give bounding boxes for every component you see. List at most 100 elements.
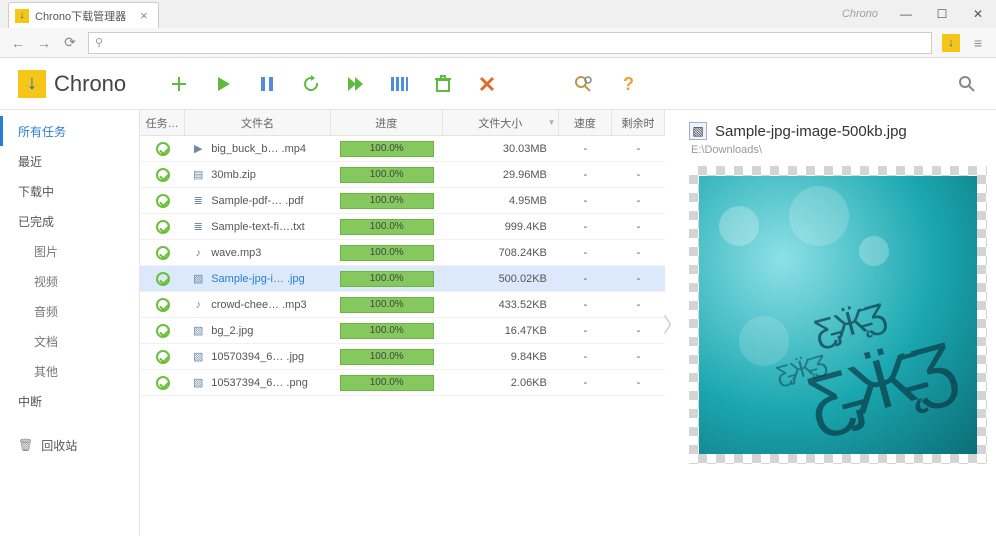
table-row[interactable]: ▶big_buck_b… .mp4100.0%30.03MB-- bbox=[140, 136, 665, 162]
window-close-button[interactable]: ✕ bbox=[960, 0, 996, 28]
speed-text: - bbox=[559, 351, 612, 363]
main-area: 所有任务最近下载中已完成图片视频音频文档其他中断 🗑回收站 任务… 文件名 进度 … bbox=[0, 110, 996, 536]
size-text: 9.84KB bbox=[443, 351, 559, 363]
remaining-text: - bbox=[612, 325, 665, 337]
table-row[interactable]: ♪wave.mp3100.0%708.24KB-- bbox=[140, 240, 665, 266]
filetype-image-icon: ▧ bbox=[191, 376, 205, 390]
grid-header: 任务… 文件名 进度 文件大小 速度 剩余时 bbox=[140, 110, 665, 136]
nav-back-icon[interactable]: ← bbox=[6, 31, 30, 55]
col-filename[interactable]: 文件名 bbox=[185, 110, 331, 135]
table-row[interactable]: ▤30mb.zip100.0%29.96MB-- bbox=[140, 162, 665, 188]
status-complete-icon bbox=[156, 194, 170, 208]
nav-reload-icon[interactable]: ⟳ bbox=[58, 31, 82, 55]
table-row[interactable]: ▧10570394_6… .jpg100.0%9.84KB-- bbox=[140, 344, 665, 370]
filename-text: Sample-jpg-i… .jpg bbox=[211, 273, 305, 285]
tab-title: Chrono下载管理器 bbox=[35, 8, 126, 24]
panel-divider-icon[interactable]: 〉 bbox=[665, 110, 681, 536]
table-row[interactable]: ▧Sample-jpg-i… .jpg100.0%500.02KB-- bbox=[140, 266, 665, 292]
col-speed[interactable]: 速度 bbox=[559, 110, 612, 135]
app-toolbar: ↓ Chrono ? bbox=[0, 58, 996, 110]
speed-text: - bbox=[559, 169, 612, 181]
col-task[interactable]: 任务… bbox=[140, 110, 185, 135]
sidebar-item-all-tasks[interactable]: 所有任务 bbox=[0, 116, 139, 146]
app-logo: ↓ Chrono bbox=[18, 70, 126, 98]
filetype-doc-icon: ≣ bbox=[191, 194, 205, 208]
sidebar-item-interrupted[interactable]: 中断 bbox=[0, 386, 139, 416]
remaining-text: - bbox=[612, 143, 665, 155]
window-minimize-button[interactable]: — bbox=[888, 0, 924, 28]
speed-text: - bbox=[559, 325, 612, 337]
preview-path: E:\Downloads\ bbox=[691, 144, 986, 156]
sidebar-item-recycle[interactable]: 🗑回收站 bbox=[0, 430, 139, 460]
size-text: 4.95MB bbox=[443, 195, 559, 207]
remove-button[interactable] bbox=[476, 73, 498, 95]
start-all-button[interactable] bbox=[344, 73, 366, 95]
start-button[interactable] bbox=[212, 73, 234, 95]
filename-text: 10570394_6… .jpg bbox=[211, 351, 304, 363]
table-row[interactable]: ≣Sample-text-fi….txt100.0%999.4KB-- bbox=[140, 214, 665, 240]
filename-text: 10537394_6… .png bbox=[211, 377, 308, 389]
speed-text: - bbox=[559, 247, 612, 259]
sidebar-item-completed[interactable]: 已完成 bbox=[0, 206, 139, 236]
col-size[interactable]: 文件大小 bbox=[443, 110, 559, 135]
pause-button[interactable] bbox=[256, 73, 278, 95]
status-complete-icon bbox=[156, 142, 170, 156]
progress-bar: 100.0% bbox=[340, 375, 434, 391]
col-progress[interactable]: 进度 bbox=[331, 110, 443, 135]
filename-text: bg_2.jpg bbox=[211, 325, 253, 337]
progress-bar: 100.0% bbox=[340, 323, 434, 339]
progress-bar: 100.0% bbox=[340, 193, 434, 209]
preview-file-icon: ▧ bbox=[689, 122, 707, 140]
refresh-button[interactable] bbox=[300, 73, 322, 95]
progress-bar: 100.0% bbox=[340, 141, 434, 157]
status-complete-icon bbox=[156, 272, 170, 286]
sidebar-item-others[interactable]: 其他 bbox=[0, 356, 139, 386]
pause-all-button[interactable] bbox=[388, 73, 410, 95]
add-button[interactable] bbox=[168, 73, 190, 95]
filetype-audio-icon: ♪ bbox=[191, 298, 205, 312]
table-row[interactable]: ▧bg_2.jpg100.0%16.47KB-- bbox=[140, 318, 665, 344]
status-complete-icon bbox=[156, 220, 170, 234]
downloads-grid: 任务… 文件名 进度 文件大小 速度 剩余时 ▶big_buck_b… .mp4… bbox=[140, 110, 665, 536]
delete-file-button[interactable] bbox=[432, 73, 454, 95]
filename-text: Sample-text-fi….txt bbox=[211, 221, 305, 233]
search-settings-button[interactable] bbox=[572, 73, 594, 95]
sidebar-item-videos[interactable]: 视频 bbox=[0, 266, 139, 296]
preview-thumbnail-frame: Ƹ̵̡Ӝ̵̨̄Ʒ Ƹ̵̡Ӝ̵̨̄Ʒ Ƹ̵̡Ӝ̵̨̄Ʒ bbox=[689, 166, 987, 464]
svg-text:?: ? bbox=[623, 74, 634, 94]
window-maximize-button[interactable]: ☐ bbox=[924, 0, 960, 28]
sidebar-item-downloading[interactable]: 下载中 bbox=[0, 176, 139, 206]
speed-text: - bbox=[559, 273, 612, 285]
size-text: 433.52KB bbox=[443, 299, 559, 311]
status-complete-icon bbox=[156, 324, 170, 338]
sidebar-item-audio[interactable]: 音频 bbox=[0, 296, 139, 326]
nav-forward-icon[interactable]: → bbox=[32, 31, 56, 55]
browser-tab[interactable]: ↓ Chrono下载管理器 × bbox=[8, 2, 159, 28]
col-remaining[interactable]: 剩余时 bbox=[612, 110, 665, 135]
remaining-text: - bbox=[612, 169, 665, 181]
speed-text: - bbox=[559, 143, 612, 155]
table-row[interactable]: ≣Sample-pdf-… .pdf100.0%4.95MB-- bbox=[140, 188, 665, 214]
trash-icon: 🗑 bbox=[18, 438, 33, 452]
address-bar[interactable]: ⚲ bbox=[88, 32, 932, 54]
help-button[interactable]: ? bbox=[616, 73, 638, 95]
table-row[interactable]: ♪crowd-chee… .mp3100.0%433.52KB-- bbox=[140, 292, 665, 318]
speed-text: - bbox=[559, 377, 612, 389]
sidebar-item-images[interactable]: 图片 bbox=[0, 236, 139, 266]
content-area: 任务… 文件名 进度 文件大小 速度 剩余时 ▶big_buck_b… .mp4… bbox=[140, 110, 996, 536]
tab-favicon-icon: ↓ bbox=[15, 9, 29, 23]
nav-menu-icon[interactable]: ≡ bbox=[966, 31, 990, 55]
preview-thumbnail: Ƹ̵̡Ӝ̵̨̄Ʒ Ƹ̵̡Ӝ̵̨̄Ʒ Ƹ̵̡Ӝ̵̨̄Ʒ bbox=[699, 176, 977, 454]
status-complete-icon bbox=[156, 376, 170, 390]
remaining-text: - bbox=[612, 273, 665, 285]
size-text: 500.02KB bbox=[443, 273, 559, 285]
extension-icon[interactable]: ↓ bbox=[942, 34, 960, 52]
table-row[interactable]: ▧10537394_6… .png100.0%2.06KB-- bbox=[140, 370, 665, 396]
sidebar: 所有任务最近下载中已完成图片视频音频文档其他中断 🗑回收站 bbox=[0, 110, 140, 536]
status-complete-icon bbox=[156, 298, 170, 312]
sidebar-item-documents[interactable]: 文档 bbox=[0, 326, 139, 356]
filename-text: wave.mp3 bbox=[211, 247, 261, 259]
search-button[interactable] bbox=[956, 73, 978, 95]
tab-close-icon[interactable]: × bbox=[140, 8, 148, 23]
sidebar-item-recent[interactable]: 最近 bbox=[0, 146, 139, 176]
